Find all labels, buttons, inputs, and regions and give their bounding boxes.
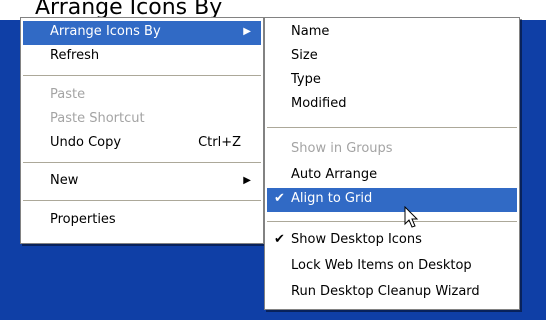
menu-item-label: Paste — [50, 87, 86, 102]
submenu-item-lock-web-items[interactable]: Lock Web Items on Desktop — [267, 255, 517, 279]
menu-separator — [23, 75, 261, 76]
submenu-item-auto-arrange[interactable]: Auto Arrange — [267, 164, 517, 188]
menu-item-label: New — [50, 173, 79, 188]
submenu-item-show-desktop-icons[interactable]: ✔ Show Desktop Icons — [267, 229, 517, 253]
desktop-context-menu: Arrange Icons By ▶ Refresh Paste Paste S… — [20, 17, 264, 244]
menu-item-label: Type — [291, 72, 321, 87]
submenu-item-size[interactable]: Size — [267, 45, 517, 69]
menu-item-shortcut: Ctrl+Z — [198, 135, 241, 150]
menu-item-label: Show in Groups — [291, 141, 393, 156]
submenu-item-show-in-groups[interactable]: Show in Groups — [267, 138, 517, 162]
menu-item-arrange-icons-by[interactable]: Arrange Icons By ▶ — [23, 21, 261, 45]
menu-item-label: Name — [291, 24, 330, 39]
menu-item-label: Lock Web Items on Desktop — [291, 258, 472, 273]
menu-separator — [23, 162, 261, 163]
menu-item-label: Refresh — [50, 48, 100, 63]
menu-item-label: Align to Grid — [291, 191, 373, 206]
checkmark-icon: ✔ — [274, 191, 285, 206]
triangle-right-icon: ▶ — [243, 175, 251, 186]
menu-item-paste[interactable]: Paste — [23, 84, 261, 108]
menu-item-label: Show Desktop Icons — [291, 232, 422, 247]
menu-separator — [267, 127, 517, 128]
menu-item-label: Run Desktop Cleanup Wizard — [291, 284, 480, 299]
submenu-item-desktop-cleanup[interactable]: Run Desktop Cleanup Wizard — [267, 281, 517, 305]
arrange-icons-submenu: Name Size Type Modified Show in Groups A… — [264, 17, 520, 310]
menu-separator — [267, 221, 517, 222]
menu-item-label: Auto Arrange — [291, 167, 378, 182]
menu-item-label: Undo Copy — [50, 135, 122, 150]
checkmark-icon: ✔ — [274, 232, 285, 247]
triangle-right-icon: ▶ — [243, 26, 251, 37]
menu-item-label: Paste Shortcut — [50, 111, 145, 126]
menu-item-new[interactable]: New ▶ — [23, 170, 261, 194]
menu-item-refresh[interactable]: Refresh — [23, 45, 261, 69]
submenu-item-name[interactable]: Name — [267, 21, 517, 45]
menu-item-undo-copy[interactable]: Undo Copy Ctrl+Z — [23, 132, 261, 156]
menu-item-label: Size — [291, 48, 318, 63]
submenu-item-modified[interactable]: Modified — [267, 93, 517, 117]
arrow-pointer-icon — [404, 206, 419, 228]
menu-item-label: Properties — [50, 212, 116, 227]
menu-item-properties[interactable]: Properties — [23, 209, 261, 233]
menu-item-paste-shortcut[interactable]: Paste Shortcut — [23, 108, 261, 132]
submenu-item-type[interactable]: Type — [267, 69, 517, 93]
menu-item-label: Arrange Icons By — [50, 24, 161, 39]
submenu-item-align-to-grid[interactable]: ✔ Align to Grid — [267, 188, 517, 212]
menu-separator — [23, 200, 261, 201]
menu-item-label: Modified — [291, 96, 347, 111]
